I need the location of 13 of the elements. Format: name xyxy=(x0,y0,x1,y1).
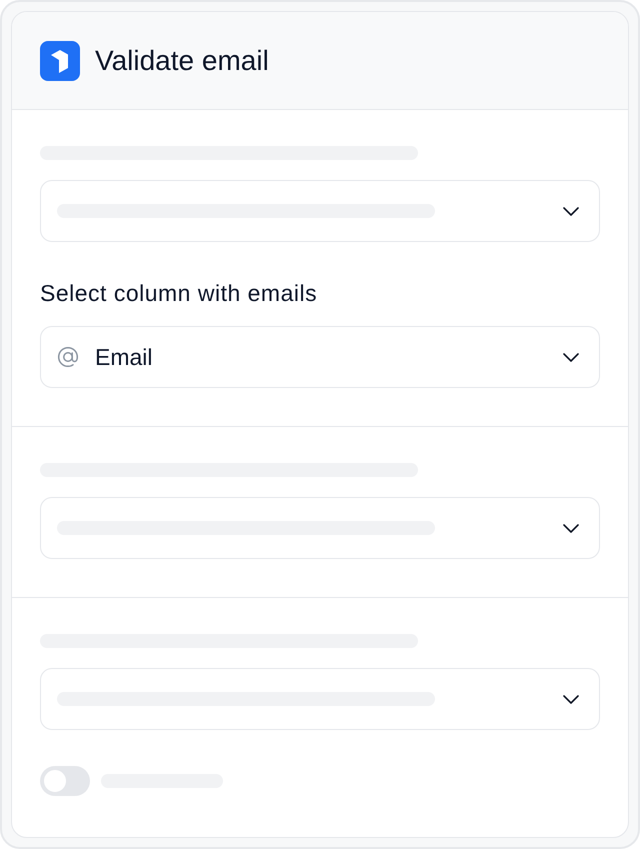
chevron-down-icon xyxy=(563,524,579,532)
chevron-down-icon xyxy=(563,694,579,704)
field-label: Select column with emails xyxy=(40,279,318,308)
dropdown[interactable] xyxy=(40,668,600,730)
chevron-down-icon xyxy=(563,206,579,216)
panel-title: Validate email xyxy=(95,44,269,78)
cube-logo-icon xyxy=(40,40,80,80)
column-dropdown[interactable]: Email xyxy=(40,326,600,388)
at-sign-icon xyxy=(57,346,79,368)
toggle-switch[interactable] xyxy=(40,766,90,796)
dropdown[interactable] xyxy=(40,180,600,242)
dropdown[interactable] xyxy=(40,497,600,559)
chevron-down-icon xyxy=(563,352,579,362)
